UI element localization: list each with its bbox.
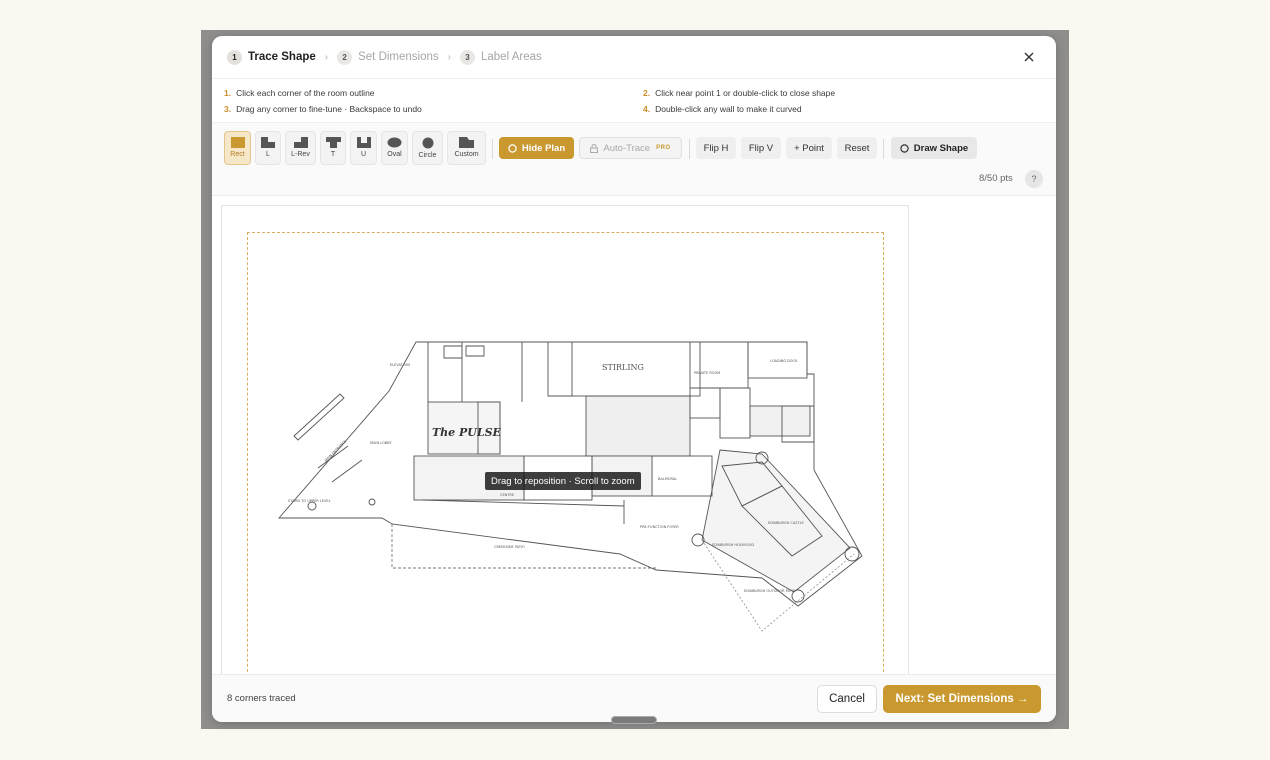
add-point-button[interactable]: + Point	[786, 137, 832, 159]
corners-status: 8 corners traced	[227, 693, 296, 704]
oval-shape-icon	[387, 137, 402, 148]
next-set-dimensions-button[interactable]: Next: Set Dimensions →	[883, 685, 1041, 713]
step-set-dimensions[interactable]: 2 Set Dimensions	[337, 49, 439, 65]
button-label: Flip H	[703, 142, 729, 154]
instruction-text: Click near point 1 or double-click to cl…	[655, 88, 836, 98]
button-label: Reset	[844, 142, 870, 154]
instruction-text: Click each corner of the room outline	[236, 88, 375, 98]
pro-badge: PRO	[656, 145, 671, 151]
chevron-right-icon: ›	[447, 51, 451, 63]
button-label: Auto-Trace	[603, 142, 651, 154]
shape-custom-button[interactable]: Custom	[447, 131, 486, 165]
shape-t-button[interactable]: T	[320, 131, 346, 165]
shape-label: L-Rev	[291, 151, 310, 158]
auto-trace-button[interactable]: Auto-Trace PRO	[579, 137, 682, 159]
step-number: 2	[337, 49, 353, 65]
step-label-areas[interactable]: 3 Label Areas	[460, 49, 542, 65]
button-label: Hide Plan	[521, 142, 566, 154]
instruction-2: 2. Click near point 1 or double-click to …	[643, 88, 835, 98]
shape-l-button[interactable]: L	[255, 131, 281, 165]
button-label: Draw Shape	[913, 142, 969, 154]
shape-toolbar: Rect L L-Rev T U Oval Circle Custom Hide…	[212, 122, 1056, 196]
step-label: Trace Shape	[248, 51, 316, 63]
instruction-4: 4. Double-click any wall to make it curve…	[643, 104, 802, 114]
shape-oval-button[interactable]: Oval	[381, 131, 408, 165]
shape-circle-button[interactable]: Circle	[412, 131, 443, 165]
help-button[interactable]: ?	[1025, 170, 1043, 188]
toolbar-divider	[492, 139, 493, 159]
instruction-number: 2.	[643, 88, 651, 98]
shape-u-button[interactable]: U	[350, 131, 377, 165]
dialog-footer: 8 corners traced Cancel Next: Set Dimens…	[212, 674, 1056, 722]
t-shape-icon	[325, 137, 341, 148]
flip-v-button[interactable]: Flip V	[741, 137, 781, 159]
hide-plan-button[interactable]: Hide Plan	[499, 137, 574, 159]
canvas-hint-tooltip: Drag to reposition · Scroll to zoom	[485, 472, 641, 490]
circle-shape-icon	[422, 137, 433, 149]
toolbar-divider	[689, 139, 690, 159]
toolbar-divider	[883, 139, 884, 159]
traced-shape-outline[interactable]	[247, 232, 884, 684]
draw-shape-button[interactable]: Draw Shape	[891, 137, 977, 159]
shape-label: T	[330, 151, 336, 158]
reset-button[interactable]: Reset	[837, 137, 877, 159]
shape-label: Circle	[418, 152, 437, 159]
header-divider	[212, 78, 1056, 79]
shape-label: Rect	[230, 151, 245, 158]
close-button[interactable]	[1020, 49, 1038, 65]
trace-canvas[interactable]: STIRLING The PULSE ELEVATORS MAIN LOBBY …	[221, 205, 909, 685]
step-trace-shape[interactable]: 1 Trace Shape	[227, 49, 316, 65]
instruction-number: 4.	[643, 104, 651, 114]
shape-rect-button[interactable]: Rect	[224, 131, 251, 165]
cancel-button[interactable]: Cancel	[817, 685, 877, 713]
trace-shape-dialog: 1 Trace Shape › 2 Set Dimensions › 3 Lab…	[212, 36, 1056, 722]
step-label: Set Dimensions	[358, 51, 439, 63]
points-counter: 8/50 pts	[979, 173, 1013, 184]
lock-icon	[590, 143, 599, 153]
shape-label: Oval	[387, 151, 402, 158]
flip-h-button[interactable]: Flip H	[696, 137, 736, 159]
instruction-text: Drag any corner to fine-tune · Backspace…	[236, 104, 422, 114]
step-number: 1	[227, 49, 242, 65]
instruction-3: 3. Drag any corner to fine-tune · Backspa…	[224, 104, 422, 114]
button-label: + Point	[794, 142, 824, 154]
u-shape-icon	[356, 137, 371, 148]
step-number: 3	[460, 49, 475, 65]
l-rev-shape-icon	[293, 137, 308, 148]
shape-label: Custom	[454, 151, 479, 158]
instruction-number: 3.	[224, 104, 232, 114]
close-icon	[1024, 52, 1034, 62]
rect-shape-icon	[230, 137, 245, 148]
shape-label: U	[360, 151, 367, 158]
wizard-steps: 1 Trace Shape › 2 Set Dimensions › 3 Lab…	[227, 48, 542, 66]
shape-l-rev-button[interactable]: L-Rev	[285, 131, 316, 165]
scrollbar-handle[interactable]	[611, 716, 657, 724]
instruction-text: Double-click any wall to make it curved	[655, 104, 802, 114]
instruction-number: 1.	[224, 88, 232, 98]
instruction-1: 1. Click each corner of the room outline	[224, 88, 375, 98]
shape-label: L	[266, 151, 270, 158]
circle-outline-icon	[900, 143, 909, 153]
circle-outline-icon	[508, 143, 517, 153]
chevron-right-icon: ›	[324, 51, 329, 63]
l-shape-icon	[261, 137, 275, 148]
step-label: Label Areas	[481, 51, 542, 63]
button-label: Flip V	[748, 142, 774, 154]
custom-shape-icon	[459, 137, 474, 148]
